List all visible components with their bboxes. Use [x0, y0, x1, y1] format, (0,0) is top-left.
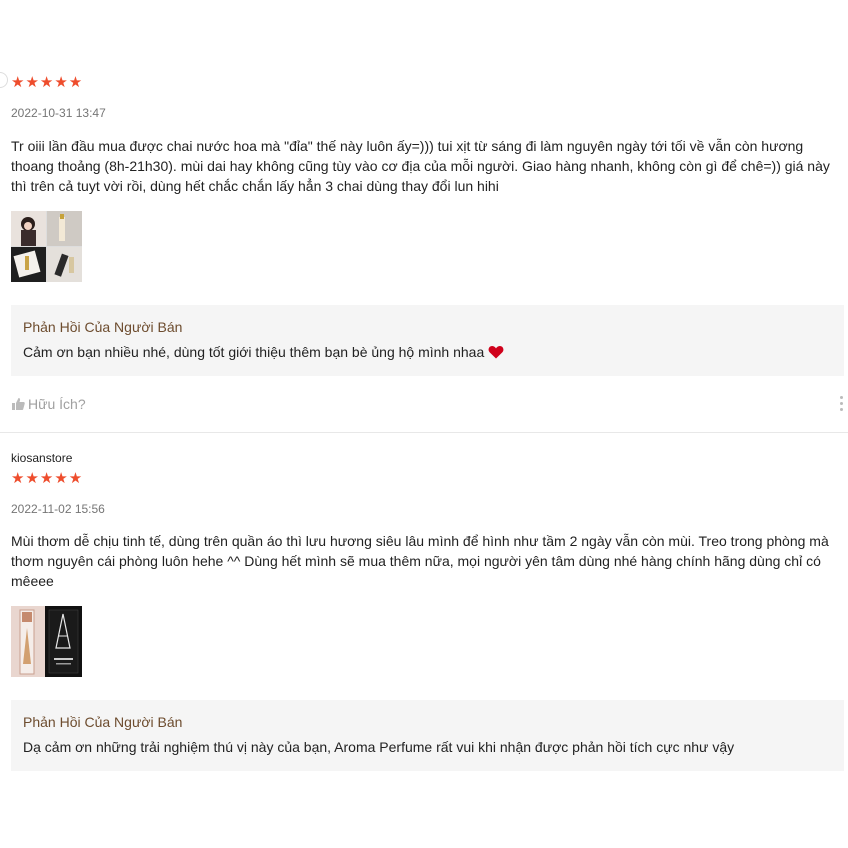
avatar-edge [0, 72, 8, 88]
seller-reply-title: Phản Hồi Của Người Bán [23, 714, 183, 730]
rating-stars: ★★★★★ [11, 74, 84, 91]
review-date: 2022-10-31 13:47 [11, 106, 106, 120]
seller-reply-message: Cảm ơn bạn nhiều nhé, dùng tốt giới thiệ… [23, 344, 485, 360]
review-content: Mùi thơm dễ chịu tinh tế, dùng trên quần… [11, 533, 829, 589]
thumbs-up-icon [12, 398, 25, 410]
seller-reply-text: Cảm ơn bạn nhiều nhé, dùng tốt giới thiệ… [23, 344, 504, 362]
review-content: Tr oiii lần đầu mua được chai nước hoa m… [11, 138, 830, 194]
seller-reply-title: Phản Hồi Của Người Bán [23, 319, 183, 335]
heart-icon [488, 345, 504, 362]
review-date: 2022-11-02 15:56 [11, 502, 105, 516]
more-options-icon[interactable] [840, 396, 844, 412]
review-image-thumbnail[interactable] [11, 211, 82, 282]
seller-reply: Phản Hồi Của Người Bán Cảm ơn bạn nhiều … [11, 305, 844, 376]
review-divider [0, 432, 848, 433]
helpful-button[interactable]: Hữu Ích? [11, 396, 86, 412]
rating-stars: ★★★★★ [11, 470, 84, 487]
reviewer-username[interactable]: kiosanstore [11, 451, 72, 465]
seller-reply: Phản Hồi Của Người Bán Dạ cảm ơn những t… [11, 700, 844, 771]
review-image-thumbnail[interactable] [11, 606, 82, 677]
helpful-label: Hữu Ích? [28, 396, 86, 412]
seller-reply-text: Dạ cảm ơn những trải nghiệm thú vị này c… [23, 739, 735, 755]
